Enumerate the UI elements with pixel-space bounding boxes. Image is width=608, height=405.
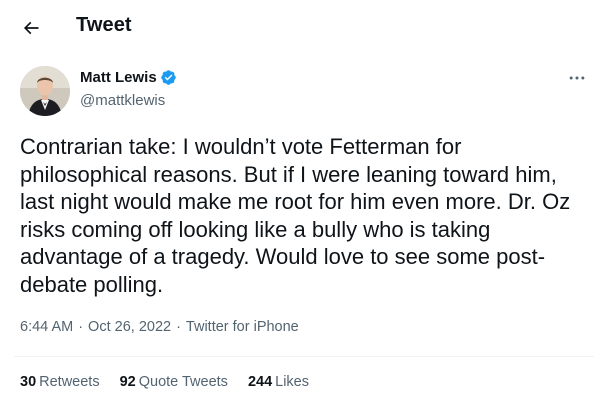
author-name-row: Matt Lewis bbox=[80, 69, 177, 86]
quote-tweets-count: 92 bbox=[119, 374, 136, 390]
meta-separator: · bbox=[78, 319, 84, 335]
more-options-button[interactable] bbox=[564, 67, 590, 89]
divider bbox=[14, 356, 594, 357]
retweets-count: 30 bbox=[20, 374, 37, 390]
tweet-source[interactable]: Twitter for iPhone bbox=[186, 319, 299, 335]
retweets-stat[interactable]: 30 Retweets bbox=[20, 374, 100, 390]
meta-separator: · bbox=[176, 319, 181, 335]
arrow-left-icon bbox=[23, 21, 39, 35]
likes-stat[interactable]: 244 Likes bbox=[248, 374, 309, 390]
likes-count: 244 bbox=[247, 374, 273, 390]
verified-badge-icon bbox=[160, 70, 176, 85]
page-title: Tweet bbox=[76, 14, 132, 36]
tweet-author: Matt Lewis @mattklewis bbox=[20, 66, 592, 118]
tweet-date[interactable]: Oct 26, 2022 bbox=[88, 319, 171, 335]
more-dots-icon bbox=[569, 76, 585, 80]
back-button[interactable] bbox=[14, 11, 48, 45]
author-name[interactable]: Matt Lewis bbox=[80, 69, 157, 86]
tweet-time[interactable]: 6:44 AM bbox=[20, 319, 73, 335]
tweet-meta: 6:44 AM · Oct 26, 2022 · Twitter for iPh… bbox=[20, 319, 299, 335]
quote-tweets-label: Quote Tweets bbox=[138, 374, 228, 390]
quote-tweets-stat[interactable]: 92 Quote Tweets bbox=[120, 374, 228, 390]
tweet-text: Contrarian take: I wouldn’t vote Fetterm… bbox=[20, 134, 571, 297]
tweet-header: Tweet bbox=[0, 0, 608, 53]
author-handle[interactable]: @mattklewis bbox=[80, 92, 165, 109]
avatar[interactable] bbox=[20, 66, 70, 116]
tweet-stats: 30 Retweets 92 Quote Tweets 244 Likes bbox=[20, 374, 329, 390]
likes-label: Likes bbox=[275, 374, 309, 390]
retweets-label: Retweets bbox=[39, 374, 100, 390]
avatar-image bbox=[20, 66, 70, 116]
